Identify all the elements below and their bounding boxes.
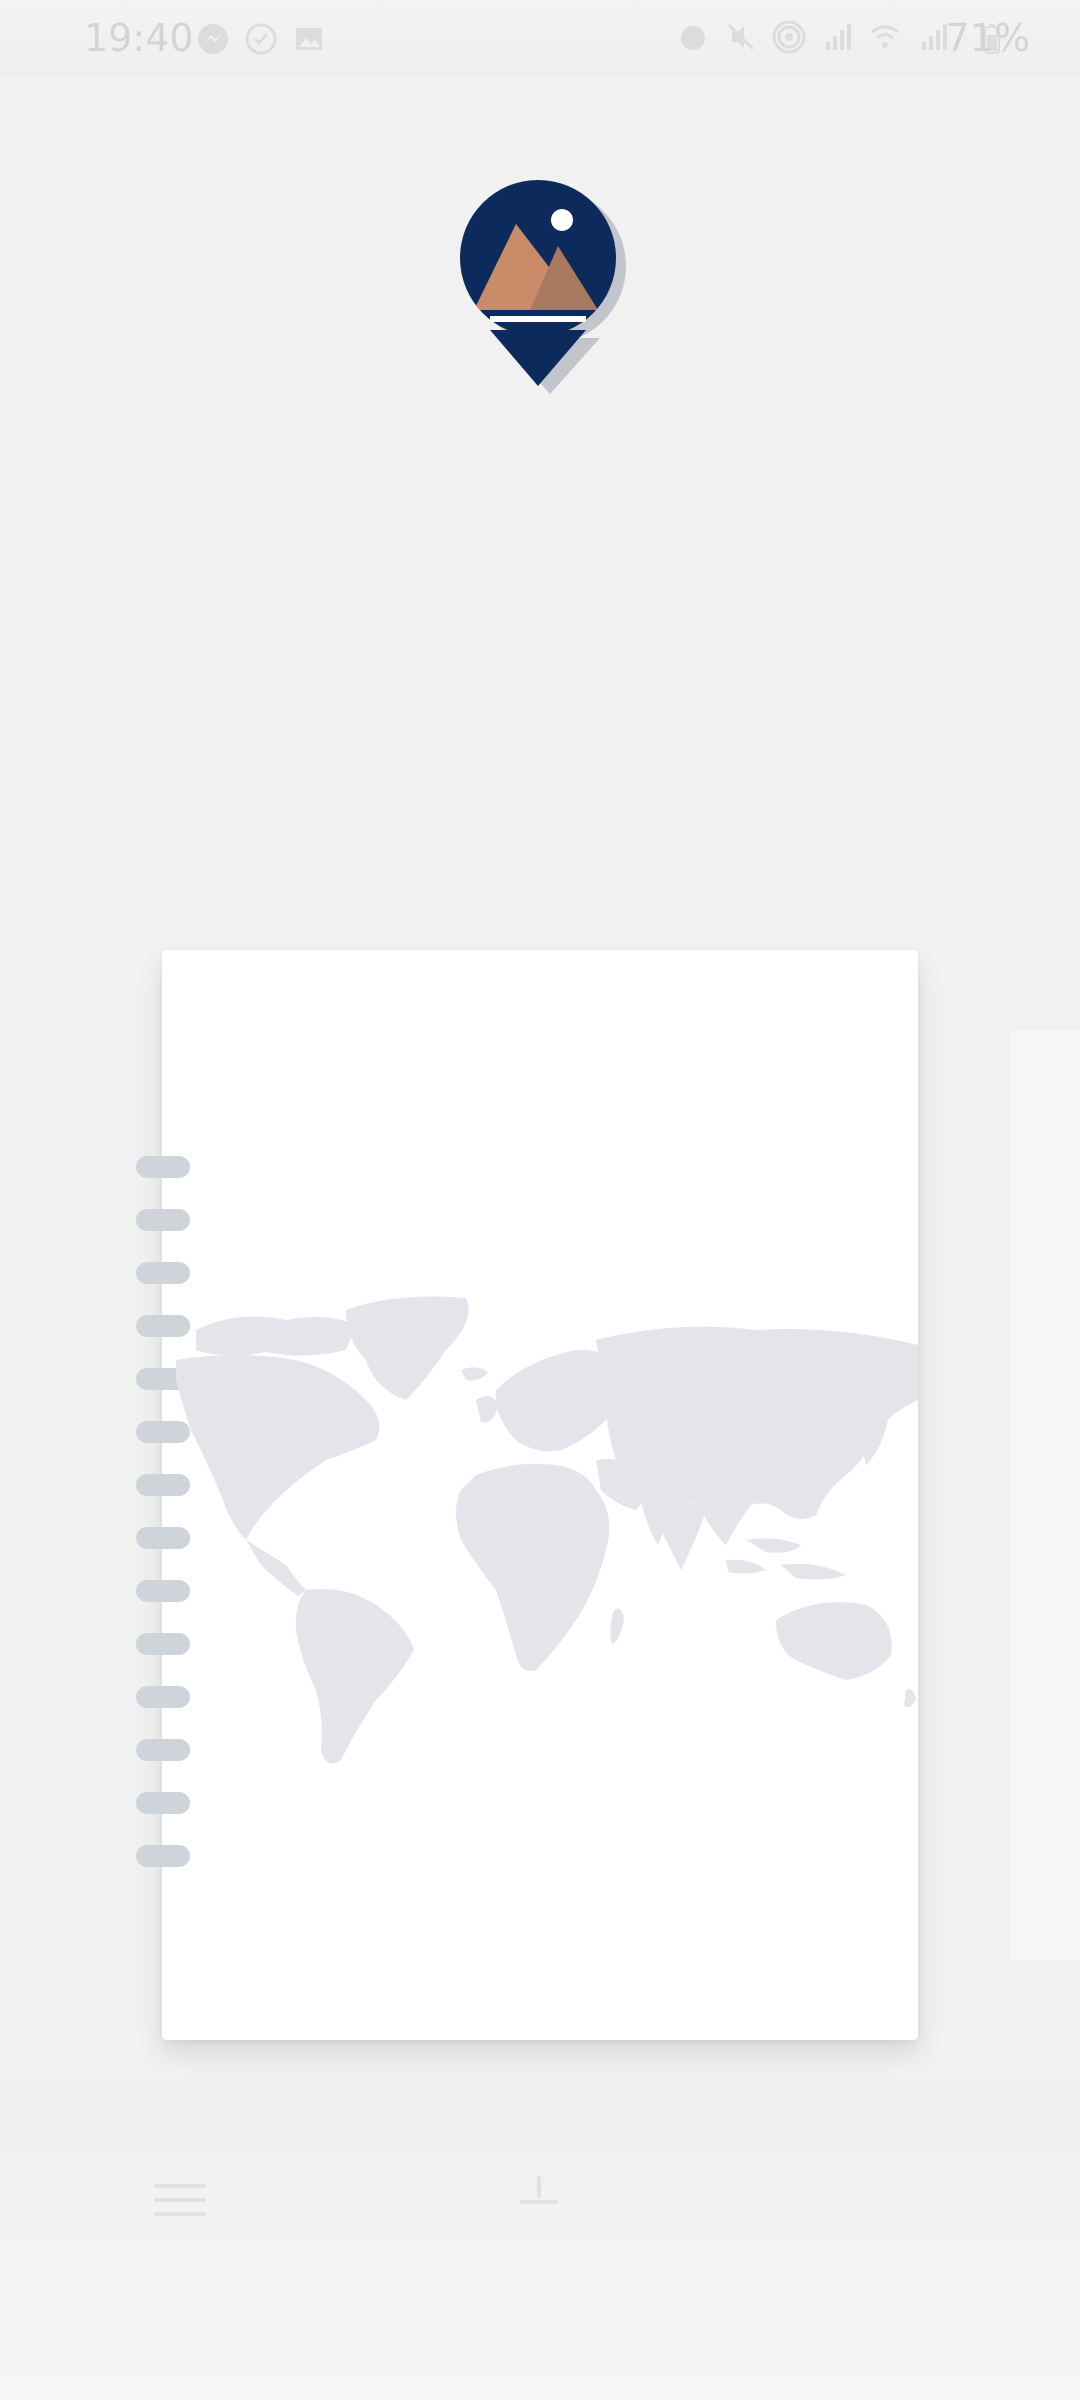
alarm-icon <box>681 26 705 50</box>
check-circle-icon <box>245 23 277 55</box>
status-bar: 19:40 71% <box>0 0 1080 78</box>
signal-icon <box>826 24 851 50</box>
battery-percentage: 71% <box>945 16 1030 60</box>
mute-icon <box>727 23 755 51</box>
binding-ring <box>136 1262 190 1284</box>
system-icons <box>676 20 950 54</box>
wifi-calling-icon <box>871 25 899 48</box>
bottom-toolbar <box>0 2080 1080 2400</box>
side-panel <box>1010 1030 1080 1960</box>
messenger-icon <box>198 24 228 54</box>
status-time: 19:40 <box>84 16 194 60</box>
notification-icons <box>196 22 326 56</box>
binding-ring <box>136 1209 190 1231</box>
menu-icon[interactable] <box>154 2182 206 2218</box>
upload-icon[interactable] <box>516 2172 562 2208</box>
app-logo <box>460 180 626 394</box>
world-map-illustration <box>176 1296 918 1764</box>
binding-ring <box>136 1792 190 1814</box>
gallery-icon <box>296 28 322 50</box>
binding-ring <box>136 1156 190 1178</box>
binding-ring <box>136 1845 190 1867</box>
hotspot-icon <box>772 20 806 54</box>
